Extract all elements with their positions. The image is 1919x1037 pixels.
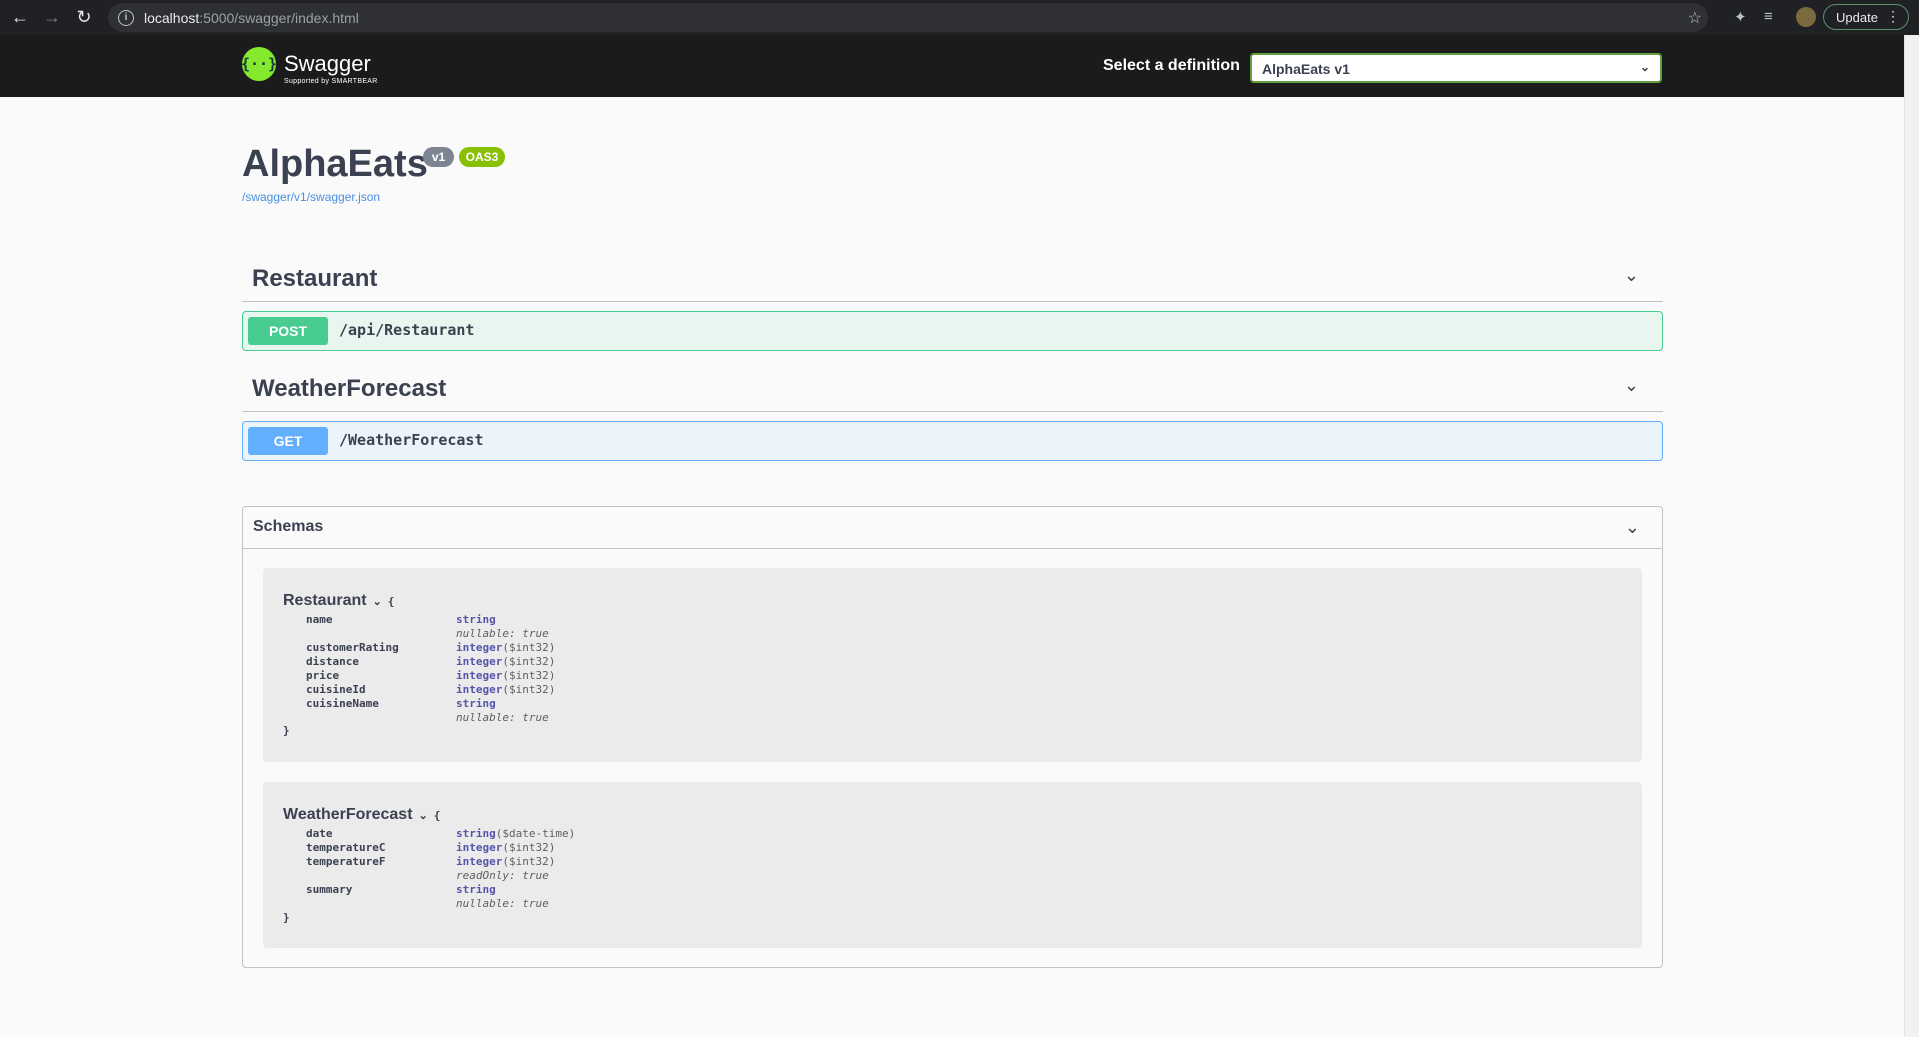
reading-list-icon[interactable]: ≡ — [1764, 8, 1773, 25]
property-row: temperatureC integer($int32) — [306, 841, 556, 854]
property-note: nullable: true — [456, 627, 549, 640]
closing-brace: } — [283, 911, 290, 924]
tag-name: Restaurant — [252, 265, 378, 292]
api-title: AlphaEats — [242, 143, 428, 185]
site-info-icon[interactable]: i — [118, 9, 134, 26]
back-arrow-icon[interactable]: ← — [8, 6, 32, 30]
method-badge: GET — [248, 427, 328, 455]
swagger-main: AlphaEats v1 OAS3 /swagger/v1/swagger.js… — [0, 97, 1904, 1037]
swagger-logo-icon: {··} — [241, 47, 277, 81]
version-badge: v1 — [423, 147, 454, 167]
model-properties: name string nullable: true customerRatin… — [306, 613, 806, 725]
more-vert-icon[interactable]: ⋮ — [1886, 8, 1900, 25]
operation-post-restaurant[interactable]: POST /api/Restaurant — [242, 311, 1663, 351]
property-row: customerRating integer($int32) — [306, 641, 556, 654]
method-badge: POST — [248, 317, 328, 345]
model-properties: date string($date-time) temperatureC int… — [306, 827, 806, 911]
spec-json-link[interactable]: /swagger/v1/swagger.json — [242, 190, 380, 204]
schemas-header[interactable]: Schemas ⌄ — [243, 507, 1662, 549]
property-row: temperatureF integer($int32) — [306, 855, 556, 868]
schemas-label: Schemas — [253, 518, 324, 535]
bookmark-star-icon[interactable]: ☆ — [1688, 8, 1702, 28]
extensions-puzzle-icon[interactable]: ✦ — [1734, 8, 1747, 26]
property-row: distance integer($int32) — [306, 655, 556, 668]
chevron-down-icon[interactable]: ⌄ — [419, 810, 428, 822]
browser-toolbar: ← → ↻ i localhost:5000/swagger/index.htm… — [0, 0, 1919, 35]
chevron-down-icon[interactable]: ⌄ — [1624, 375, 1639, 396]
property-row: name string — [306, 613, 496, 626]
update-button[interactable]: Update ⋮ — [1823, 4, 1909, 30]
property-note: nullable: true — [456, 711, 549, 724]
reload-icon[interactable]: ↻ — [72, 6, 96, 30]
tag-weatherforecast[interactable]: WeatherForecast ⌄ — [242, 361, 1663, 412]
schemas-section: Schemas ⌄ Restaurant ⌄{ name string nulla… — [242, 506, 1663, 968]
url-text[interactable]: localhost:5000/swagger/index.html — [144, 10, 359, 26]
operation-path: /api/Restaurant — [339, 321, 475, 339]
property-note: nullable: true — [456, 897, 549, 910]
closing-brace: } — [283, 724, 290, 737]
forward-arrow-icon[interactable]: → — [40, 6, 64, 30]
property-row: cuisineId integer($int32) — [306, 683, 556, 696]
logo-subtitle: Supported by SMARTBEAR — [284, 78, 378, 85]
property-row: cuisineName string — [306, 697, 496, 710]
property-row: date string($date-time) — [306, 827, 576, 840]
property-note: readOnly: true — [456, 869, 549, 882]
swagger-logo[interactable]: {··} Swagger Supported by SMARTBEAR — [241, 47, 377, 85]
model-weatherforecast: WeatherForecast ⌄{ date string($date-time… — [263, 782, 1642, 948]
address-bar[interactable]: i localhost:5000/swagger/index.html ☆ — [108, 3, 1708, 32]
page-scrollbar[interactable] — [1904, 35, 1919, 1037]
chevron-down-icon[interactable]: ⌄ — [1625, 517, 1640, 538]
oas-badge: OAS3 — [459, 147, 505, 167]
operation-path: /WeatherForecast — [339, 431, 484, 449]
profile-avatar[interactable] — [1796, 7, 1816, 27]
property-row: summary string — [306, 883, 496, 896]
logo-text: Swagger — [284, 51, 371, 76]
chevron-down-icon[interactable]: ⌄ — [373, 596, 382, 608]
definition-select[interactable]: AlphaEats v1 ⌄ — [1250, 53, 1662, 83]
model-title[interactable]: WeatherForecast ⌄{ — [283, 806, 440, 824]
property-row: price integer($int32) — [306, 669, 556, 682]
operation-get-weatherforecast[interactable]: GET /WeatherForecast — [242, 421, 1663, 461]
tag-restaurant[interactable]: Restaurant ⌄ — [242, 251, 1663, 302]
tag-name: WeatherForecast — [252, 375, 447, 402]
model-title[interactable]: Restaurant ⌄{ — [283, 592, 394, 610]
chevron-down-icon[interactable]: ⌄ — [1624, 265, 1639, 286]
model-restaurant: Restaurant ⌄{ name string nullable: true … — [263, 568, 1642, 762]
definition-label: Select a definition — [1103, 57, 1240, 74]
chevron-down-icon: ⌄ — [1639, 60, 1650, 74]
